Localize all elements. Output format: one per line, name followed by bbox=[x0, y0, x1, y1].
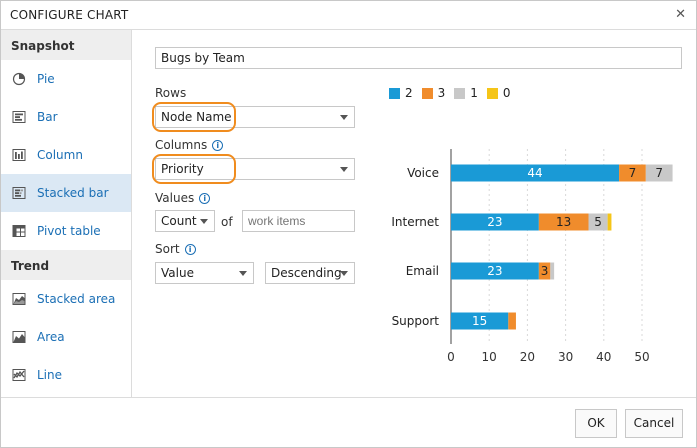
data-label: 44 bbox=[527, 166, 542, 180]
data-label: 15 bbox=[472, 314, 487, 328]
bar-segment bbox=[508, 312, 516, 330]
x-tick-label: 50 bbox=[634, 350, 649, 364]
x-tick-label: 20 bbox=[520, 350, 535, 364]
ok-button[interactable]: OK bbox=[575, 409, 617, 438]
configure-chart-dialog: CONFIGURE CHART ✕ Snapshot Pie Bar Colum… bbox=[0, 0, 697, 448]
data-label: 7 bbox=[629, 166, 637, 180]
stacked-bar-chart-preview: 0 10 20 30 40 50 Voice 44 7 7 Internet 23 13 5 Email 23… bbox=[391, 149, 673, 364]
bar-segment bbox=[607, 213, 612, 231]
x-tick-label: 40 bbox=[596, 350, 611, 364]
dialog-footer: OK Cancel bbox=[1, 397, 696, 447]
data-label: 5 bbox=[594, 215, 602, 229]
data-label: 23 bbox=[487, 264, 502, 278]
x-tick-label: 30 bbox=[558, 350, 573, 364]
data-label: 3 bbox=[541, 264, 549, 278]
category-label: Email bbox=[406, 264, 439, 278]
x-tick-label: 0 bbox=[447, 350, 455, 364]
category-label: Support bbox=[392, 314, 440, 328]
cancel-button[interactable]: Cancel bbox=[625, 409, 683, 438]
x-tick-label: 10 bbox=[482, 350, 497, 364]
category-label: Internet bbox=[391, 215, 439, 229]
category-label: Voice bbox=[407, 166, 439, 180]
data-label: 13 bbox=[556, 215, 571, 229]
data-label: 7 bbox=[655, 166, 663, 180]
bar-segment bbox=[550, 262, 555, 280]
data-label: 23 bbox=[487, 215, 502, 229]
